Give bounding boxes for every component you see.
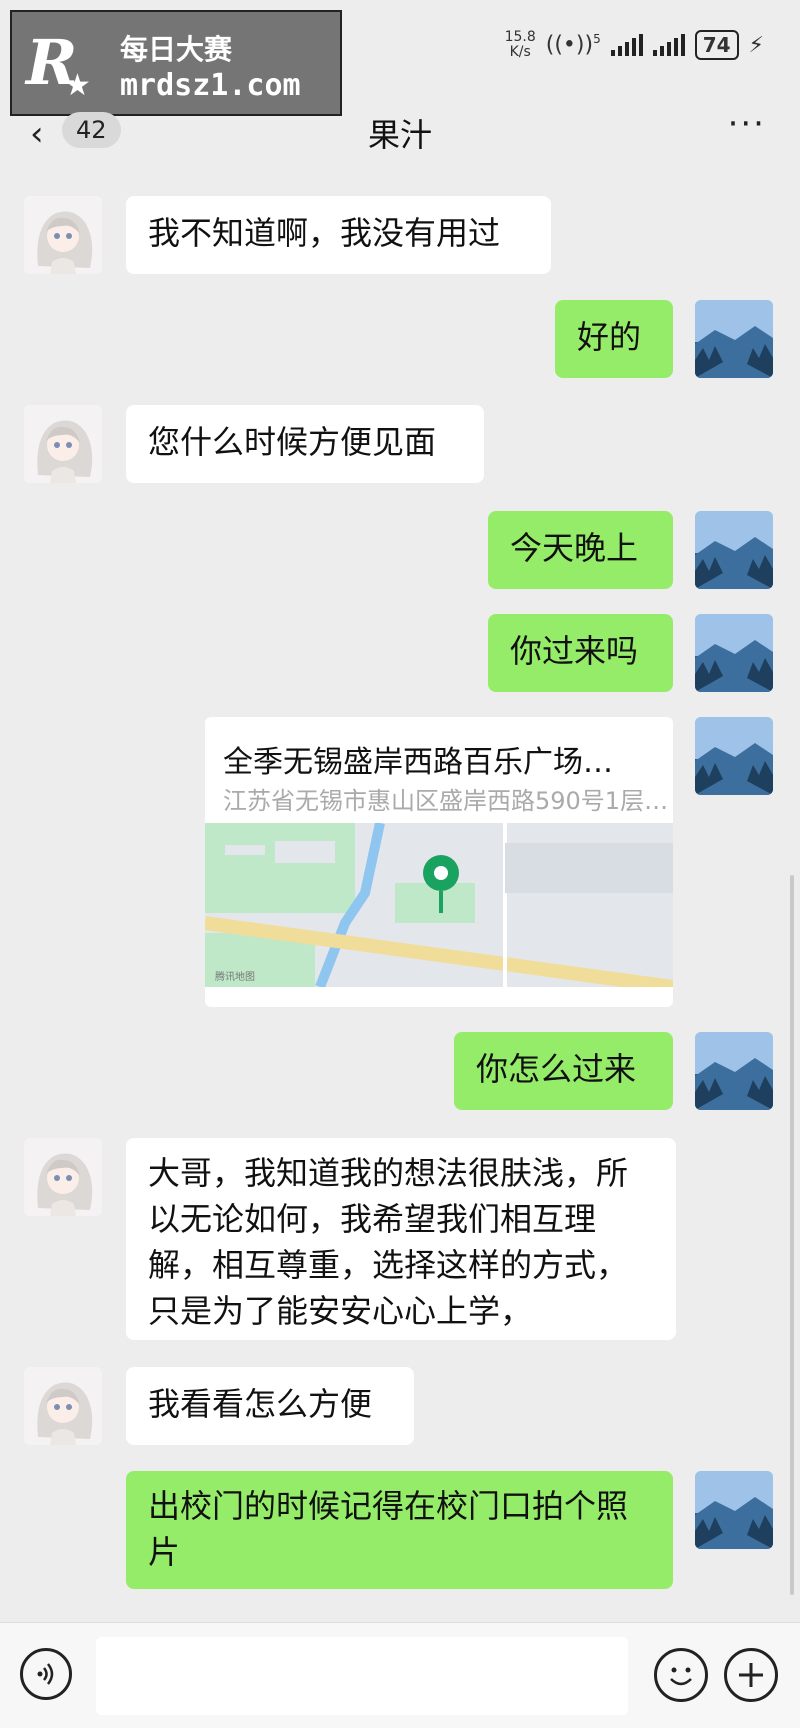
message-line: 出校门的时候记得在校门口拍个照: [148, 1487, 629, 1525]
location-address: 江苏省无锡市惠山区盛岸西路590号1层…: [223, 787, 669, 815]
watermark-title: 每日大赛: [120, 33, 233, 66]
contact-avatar[interactable]: [24, 196, 102, 274]
hotspot-icon: ((•))5: [545, 32, 601, 58]
voice-icon: [37, 1663, 54, 1685]
more-options-button[interactable]: ···: [728, 104, 766, 144]
emoji-icon: [670, 1667, 692, 1686]
user-avatar[interactable]: [695, 717, 773, 795]
girl-avatar-icon: [24, 1138, 102, 1216]
message-input[interactable]: [96, 1637, 628, 1715]
message-bubble[interactable]: 今天晚上: [488, 511, 673, 589]
landscape-avatar-icon: [695, 614, 773, 692]
net-speed-unit: K/s: [509, 44, 531, 60]
girl-avatar-icon: [24, 196, 102, 274]
message-bubble[interactable]: 你过来吗: [488, 614, 673, 692]
landscape-avatar-icon: [695, 300, 773, 378]
scrollbar[interactable]: [790, 875, 794, 1595]
message-bubble[interactable]: 出校门的时候记得在校门口拍个照 片: [126, 1471, 673, 1589]
chat-header: ‹ 42 果汁 ···: [0, 88, 800, 178]
location-title: 全季无锡盛岸西路百乐广场…: [223, 745, 613, 780]
message-line: 只是为了能安安心心上学，: [148, 1292, 533, 1330]
landscape-avatar-icon: [695, 511, 773, 589]
message-line: 解，相互尊重，选择这样的方式，: [148, 1246, 629, 1284]
message-line: 大哥，我知道我的想法很肤浅，所: [148, 1154, 629, 1192]
input-bar: [0, 1622, 800, 1728]
landscape-avatar-icon: [695, 717, 773, 795]
hotspot-count: 5: [593, 32, 601, 47]
message-bubble[interactable]: 好的: [555, 300, 673, 378]
map-provider-label: 腾讯地图: [215, 972, 255, 983]
net-speed-value: 15.8: [504, 29, 536, 45]
message-line: 片: [148, 1533, 181, 1571]
network-speed: 15.8 K/s: [505, 30, 536, 60]
message-line: 以无论如何，我希望我们相互理: [148, 1200, 597, 1238]
user-avatar[interactable]: [695, 1471, 773, 1549]
landscape-avatar-icon: [695, 1471, 773, 1549]
signal-icon-2: [652, 34, 685, 56]
location-card[interactable]: 全季无锡盛岸西路百乐广场… 江苏省无锡市惠山区盛岸西路590号1层… 腾讯地图: [205, 717, 673, 1007]
girl-avatar-icon: [24, 405, 102, 483]
message-bubble[interactable]: 大哥，我知道我的想法很肤浅，所 以无论如何，我希望我们相互理 解，相互尊重，选择…: [126, 1138, 676, 1340]
map-image: [205, 823, 673, 987]
status-icons: 15.8 K/s ((•))5 74 ⚡: [505, 30, 764, 60]
message-bubble[interactable]: 你怎么过来: [454, 1032, 673, 1110]
user-avatar[interactable]: [695, 300, 773, 378]
contact-avatar[interactable]: [24, 405, 102, 483]
message-bubble[interactable]: 我看看怎么方便: [126, 1367, 414, 1445]
landscape-avatar-icon: [695, 1032, 773, 1110]
user-avatar[interactable]: [695, 1032, 773, 1110]
user-avatar[interactable]: [695, 511, 773, 589]
battery-icon: 74: [694, 30, 739, 60]
chat-title: 果汁: [367, 116, 432, 154]
plus-button[interactable]: [724, 1648, 778, 1702]
plus-icon: [739, 1663, 763, 1687]
signal-icon: [610, 34, 643, 56]
battery-level: 74: [702, 33, 731, 57]
girl-avatar-icon: [24, 1367, 102, 1445]
emoji-button[interactable]: [654, 1648, 708, 1702]
user-avatar[interactable]: [695, 614, 773, 692]
message-bubble[interactable]: 我不知道啊，我没有用过: [126, 196, 551, 274]
map-preview[interactable]: 腾讯地图: [205, 823, 673, 987]
message-bubble[interactable]: 您什么时候方便见面: [126, 405, 484, 483]
voice-button[interactable]: [20, 1648, 72, 1700]
contact-avatar[interactable]: [24, 1367, 102, 1445]
charging-icon: ⚡: [748, 32, 764, 58]
contact-avatar[interactable]: [24, 1138, 102, 1216]
